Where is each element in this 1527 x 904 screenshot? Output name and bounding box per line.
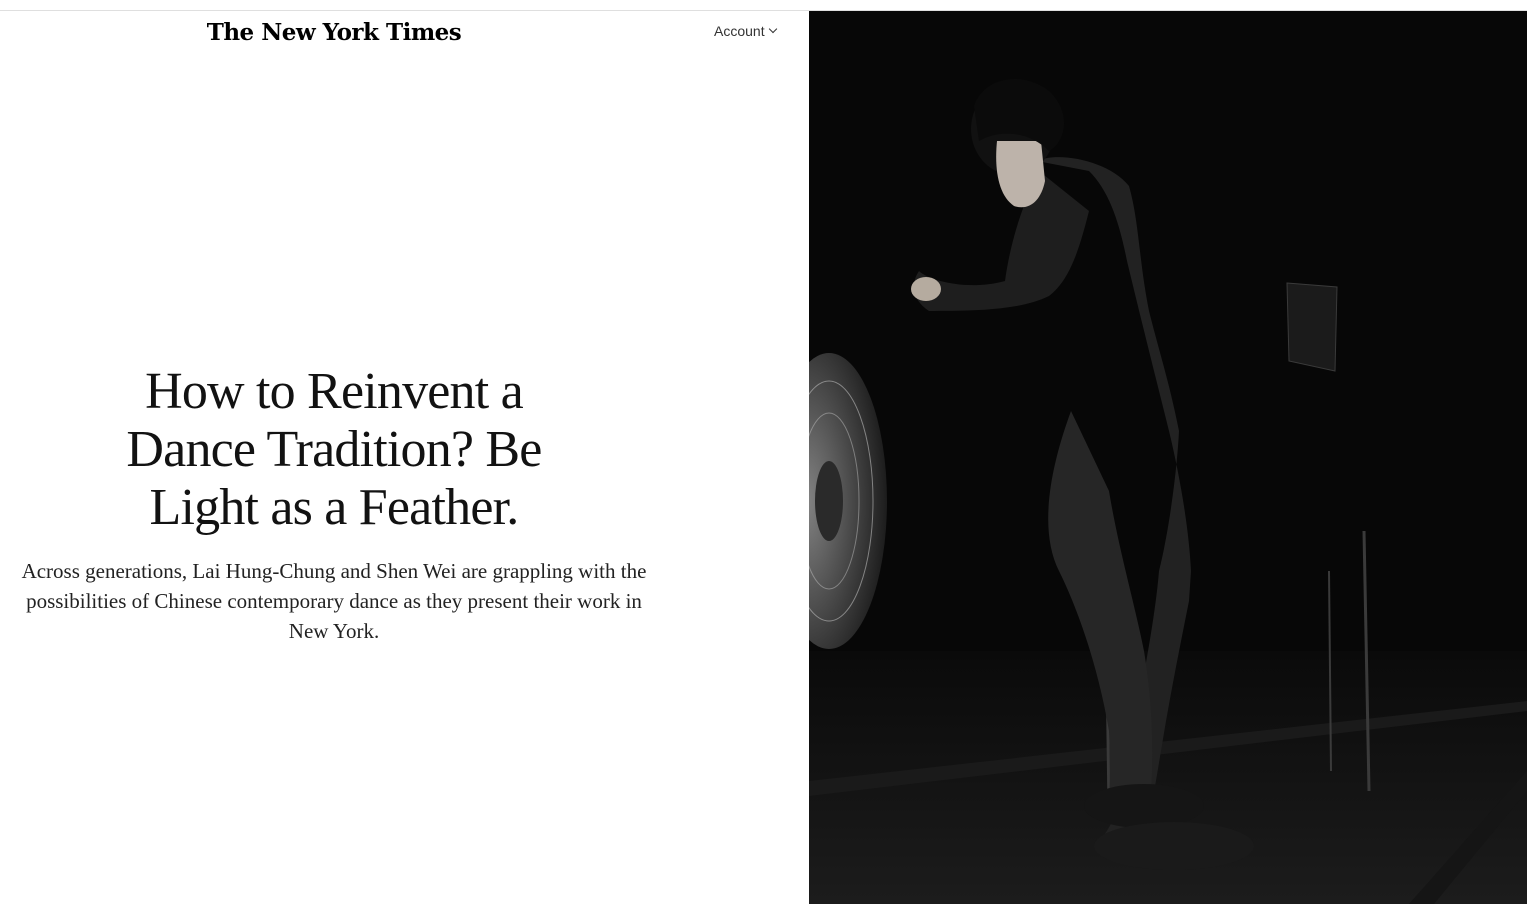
article-summary: Across generations, Lai Hung-Chung and S… (21, 559, 647, 643)
chevron-down-icon (768, 24, 777, 34)
account-menu-button[interactable]: Account (714, 23, 777, 39)
article-headline: How to Reinvent a Dance Tradition? Be Li… (126, 363, 542, 536)
article-intro-panel: The New York Times Account How to Reinve… (0, 11, 809, 904)
hero-video[interactable] (809, 11, 1527, 904)
nyt-logo[interactable]: The New York Times (0, 19, 668, 46)
account-label: Account (714, 23, 765, 39)
dancer-illustration (809, 11, 1527, 904)
